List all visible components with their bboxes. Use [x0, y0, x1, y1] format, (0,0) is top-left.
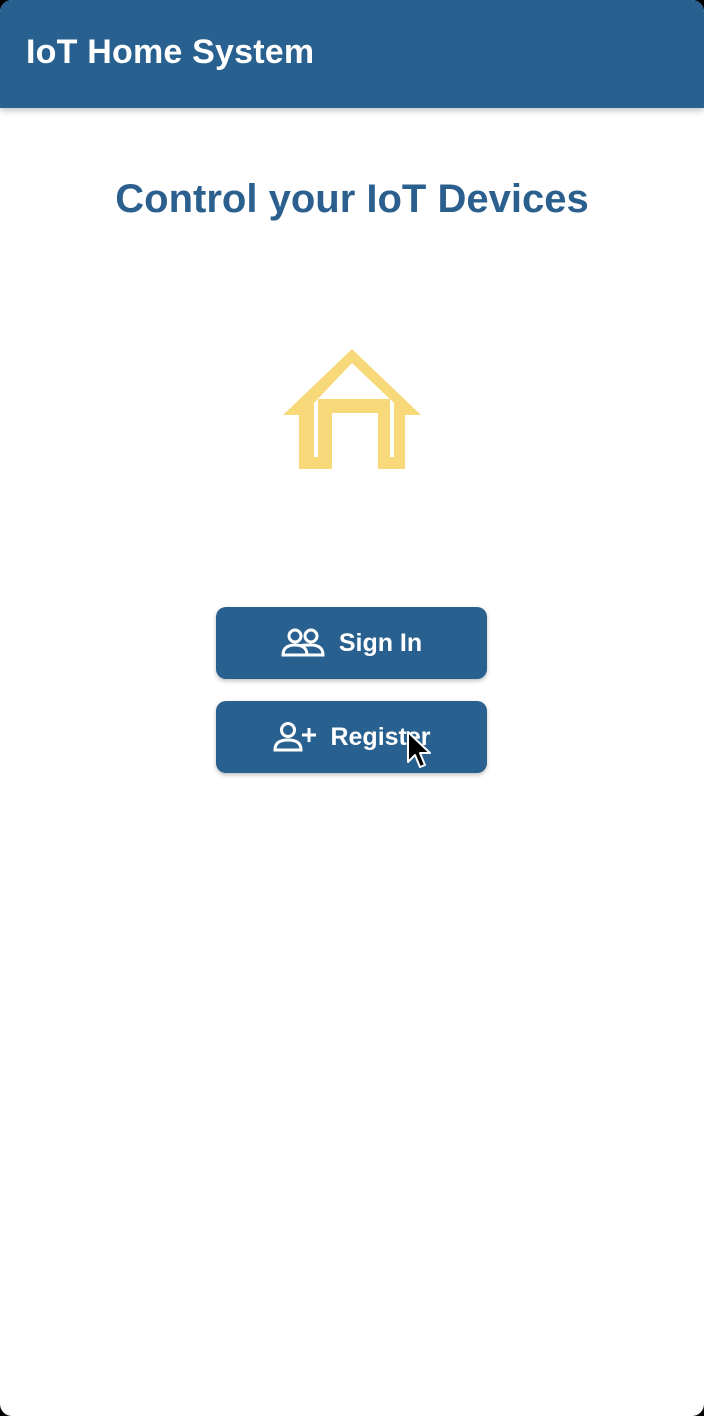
app-screen: IoT Home System Control your IoT Devices…: [0, 0, 704, 1416]
app-bar: IoT Home System: [0, 0, 704, 108]
page-heading: Control your IoT Devices: [115, 177, 589, 221]
home-icon: [280, 345, 424, 475]
sign-in-button[interactable]: Sign In: [216, 607, 487, 679]
mouse-pointer-icon: [406, 730, 432, 772]
person-add-icon: [272, 721, 317, 753]
app-title: IoT Home System: [26, 33, 315, 71]
people-icon: [281, 627, 325, 659]
register-button[interactable]: Register: [216, 701, 487, 773]
sign-in-label: Sign In: [338, 629, 423, 657]
